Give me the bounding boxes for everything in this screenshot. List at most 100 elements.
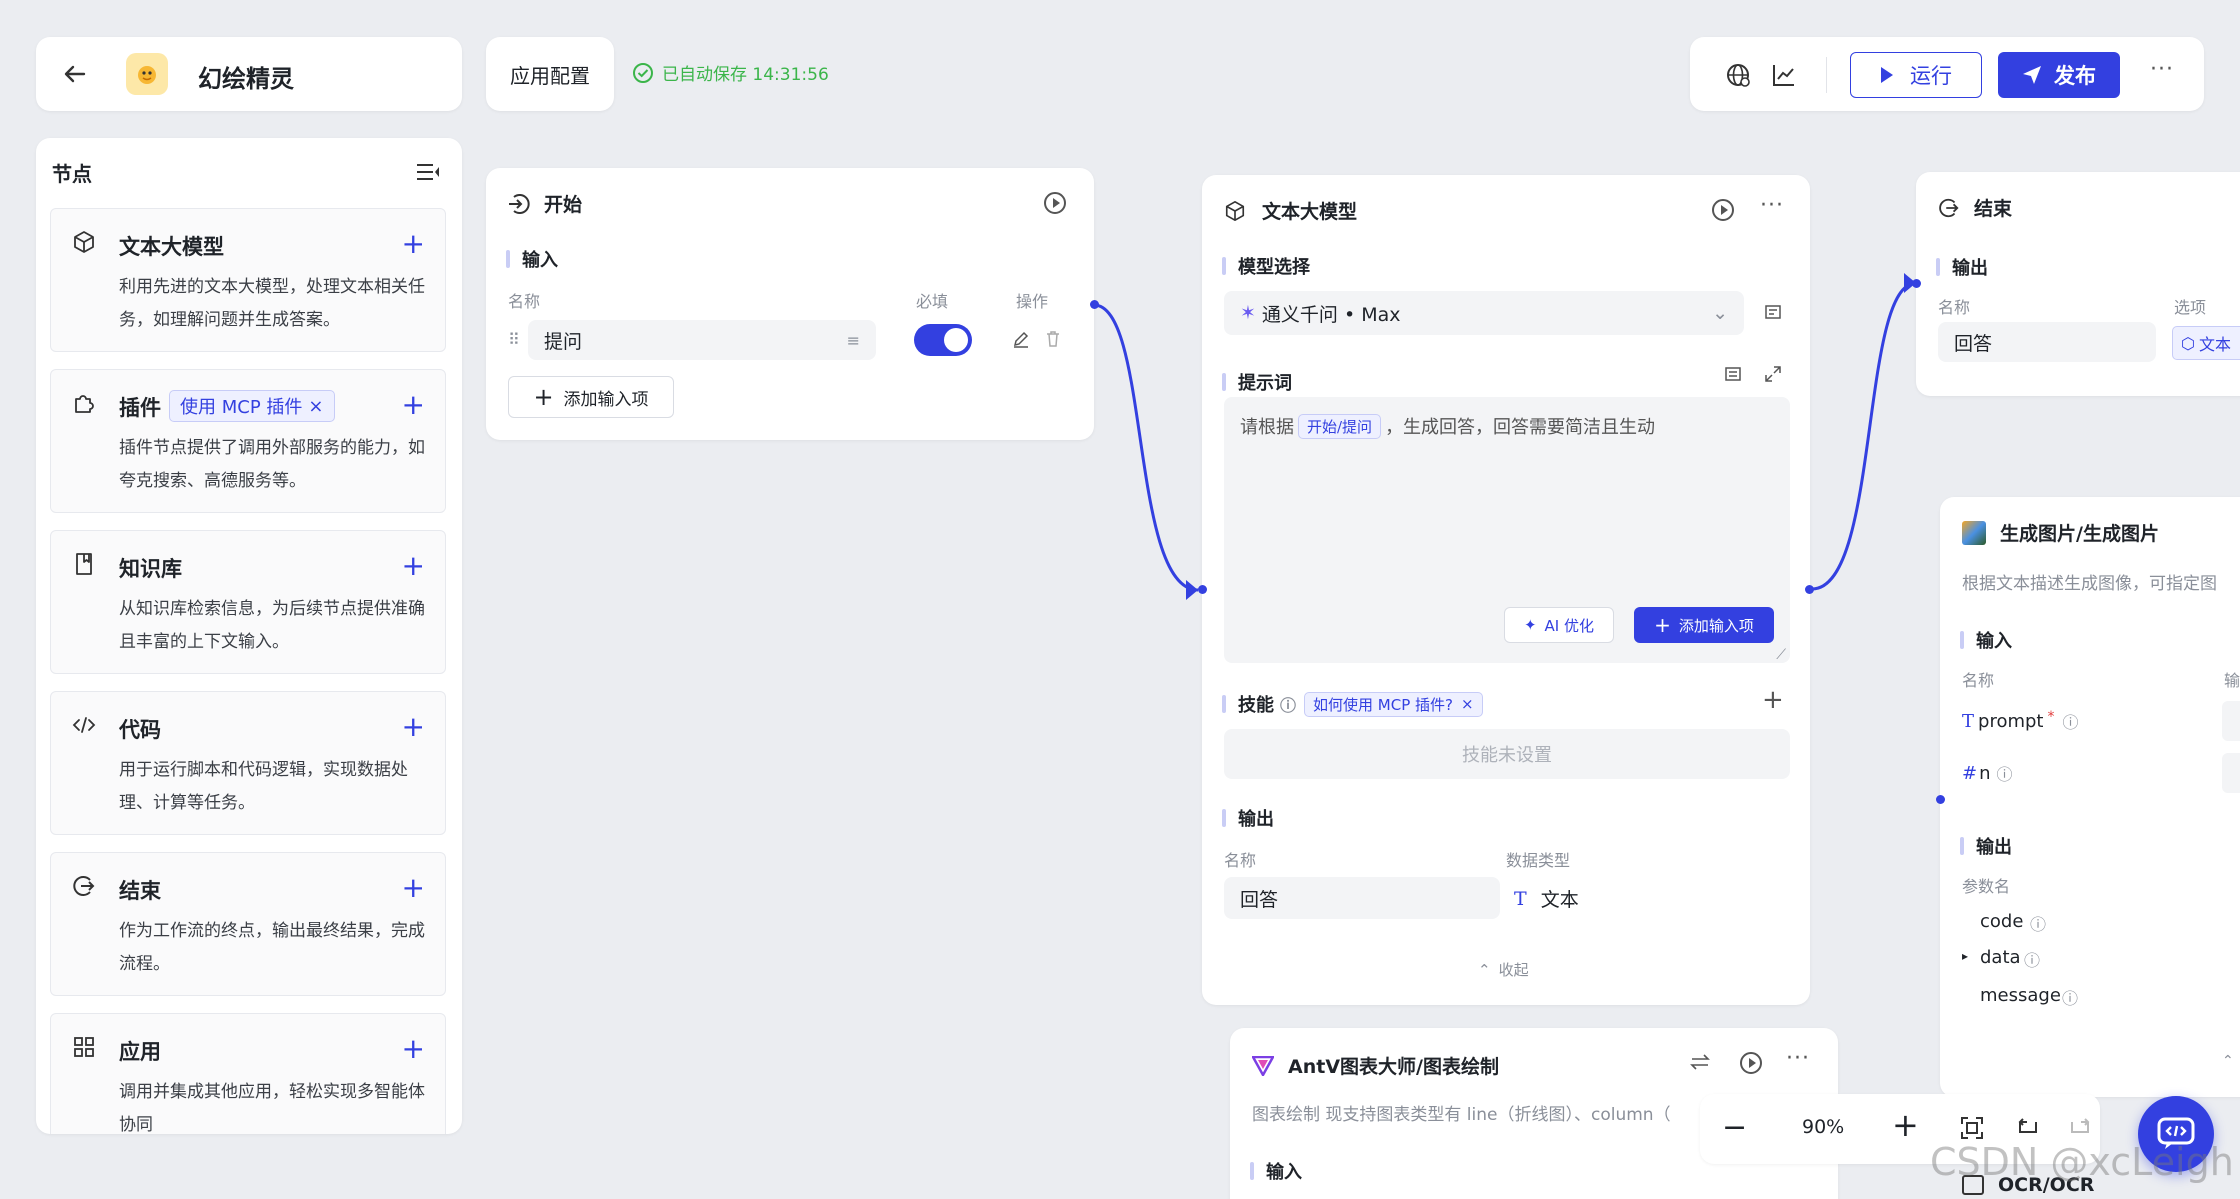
add-skill-button[interactable]: + — [1762, 685, 1784, 715]
ai-optimize-button[interactable]: ✦ AI 优化 — [1504, 607, 1614, 643]
more-icon[interactable]: ··· — [1786, 1046, 1810, 1071]
input-port[interactable] — [1936, 795, 1945, 804]
input-name-field[interactable]: 提问 ≡ — [528, 320, 876, 360]
add-node-button[interactable]: + — [402, 388, 425, 421]
param-name: n — [1979, 762, 1991, 784]
add-node-button[interactable]: + — [402, 871, 425, 904]
info-icon[interactable]: ⓘ — [2062, 985, 2078, 1009]
input-port[interactable] — [1198, 585, 1207, 594]
fit-view-icon[interactable] — [1960, 1116, 1984, 1140]
image-node-desc: 根据文本描述生成图像，可指定图 — [1962, 574, 2217, 594]
close-icon[interactable]: × — [308, 396, 323, 417]
text-type-icon: ≡ — [846, 330, 860, 350]
sidebar-node-title: 文本大模型 — [119, 235, 224, 259]
edit-icon[interactable] — [1012, 330, 1030, 348]
start-node[interactable]: 开始 输入 名称 必填 操作 ⠿ 提问 ≡ + 添加输入项 — [486, 168, 1099, 440]
add-prompt-input-button[interactable]: + 添加输入项 — [1634, 607, 1774, 643]
puzzle-icon — [71, 390, 97, 416]
swap-icon[interactable] — [1690, 1052, 1710, 1072]
sidebar-node-code[interactable]: 代码 + 用于运行脚本和代码逻辑，实现数据处理、计算等任务。 — [50, 691, 446, 835]
model-settings-icon[interactable] — [1764, 303, 1782, 321]
info-icon[interactable]: ⓘ — [1280, 692, 1296, 716]
chart-line-icon[interactable] — [1770, 61, 1798, 89]
run-node-icon[interactable] — [1712, 199, 1734, 221]
run-node-icon[interactable] — [1740, 1052, 1762, 1074]
sidebar-node-llm[interactable]: 文本大模型 + 利用先进的文本大模型，处理文本相关任务，如理解问题并生成答案。 — [50, 208, 446, 352]
param-n-input[interactable] — [2222, 753, 2240, 793]
image-gen-node[interactable]: 生成图片/生成图片 根据文本描述生成图像，可指定图 输入 名称 输 T prom… — [1936, 497, 2240, 1097]
image-node-header: 生成图片/生成图片 — [1962, 519, 2159, 546]
output-type[interactable]: T 文本 — [1514, 885, 1579, 912]
add-node-button[interactable]: + — [402, 710, 425, 743]
sidebar-node-app[interactable]: 应用 + 调用并集成其他应用，轻松实现多智能体协同 — [50, 1013, 446, 1134]
start-node-title: 开始 — [544, 194, 583, 216]
edge-start-to-llm — [1093, 303, 1199, 592]
sidebar-node-title: 结束 — [119, 879, 161, 903]
resize-handle-icon[interactable]: ⟋ — [1776, 647, 1786, 663]
zoom-in-button[interactable]: + — [1892, 1106, 1919, 1144]
globe-settings-icon[interactable] — [1724, 61, 1752, 89]
sidebar-node-knowledge[interactable]: 知识库 + 从知识库检索信息，为后续节点提供准确且丰富的上下文输入。 — [50, 530, 446, 674]
param-prompt-input[interactable] — [2222, 701, 2240, 741]
prompt-editor[interactable]: 请根据 开始/提问 ，生成回答，回答需要简洁且生动 ✦ AI 优化 + 添加输入… — [1224, 397, 1790, 663]
end-option-tag[interactable]: ⬡ 文本 — [2172, 326, 2240, 360]
add-node-button[interactable]: + — [402, 1032, 425, 1065]
output-name-field[interactable]: 回答 — [1224, 877, 1500, 919]
info-icon[interactable]: ⓘ — [2024, 947, 2040, 971]
collapse-button[interactable]: ⌃ 收起 — [1478, 959, 1529, 980]
sidebar-node-desc: 插件节点提供了调用外部服务的能力，如夸克搜索、高德服务等。 — [119, 438, 425, 491]
add-input-button[interactable]: + 添加输入项 — [508, 376, 674, 418]
skill-mcp-tag[interactable]: 如何使用 MCP 插件? × — [1304, 691, 1483, 717]
sidebar-node-title: 应用 — [119, 1040, 161, 1064]
output-param: data — [1980, 947, 2021, 968]
skill-empty-text: 技能未设置 — [1462, 745, 1552, 766]
sidebar-node-plugin[interactable]: 插件 使用 MCP 插件 × + 插件节点提供了调用外部服务的能力，如夸克搜索、… — [50, 369, 446, 513]
param-n: # n ⓘ — [1962, 761, 2013, 785]
sidebar-node-title: 代码 — [119, 718, 161, 742]
app-config-tab[interactable]: 应用配置 — [486, 37, 614, 111]
llm-node[interactable]: 文本大模型 ··· 模型选择 ✶ 通义千问 • Max ⌄ 提示词 请根据 开始… — [1198, 175, 1814, 1005]
sparkle-icon: ✦ — [1523, 616, 1537, 634]
prompt-text: 请根据 开始/提问 ，生成回答，回答需要简洁且生动 — [1240, 413, 1655, 439]
close-icon[interactable]: × — [1461, 695, 1474, 713]
chevron-up-icon[interactable]: ⌃ — [2222, 1053, 2234, 1069]
more-icon[interactable]: ··· — [1760, 193, 1784, 218]
skill-mcp-tag-label: 如何使用 MCP 插件? — [1313, 695, 1453, 714]
output-port[interactable] — [1805, 585, 1814, 594]
output-port[interactable] — [1090, 300, 1099, 309]
info-icon[interactable]: ⓘ — [2062, 709, 2078, 733]
run-button[interactable]: 运行 — [1850, 52, 1982, 98]
required-toggle[interactable] — [914, 324, 972, 356]
sidebar-node-end[interactable]: 结束 + 作为工作流的终点，输出最终结果，完成流程。 — [50, 852, 446, 996]
zoom-level[interactable]: 90% — [1802, 1116, 1844, 1138]
add-node-button[interactable]: + — [402, 549, 425, 582]
end-output-name-value: 回答 — [1954, 332, 1993, 355]
info-icon[interactable]: ⓘ — [1997, 761, 2013, 785]
run-node-icon[interactable] — [1044, 192, 1066, 214]
model-select[interactable]: ✶ 通义千问 • Max ⌄ — [1224, 291, 1744, 335]
expand-caret-icon[interactable]: ▸ — [1962, 949, 1968, 963]
skill-section: 技能 ⓘ 如何使用 MCP 插件? × — [1222, 691, 1483, 717]
add-node-button[interactable]: + — [402, 227, 425, 260]
prompt-variable-tag[interactable]: 开始/提问 — [1298, 413, 1382, 439]
text-type-icon: T — [1514, 887, 1527, 910]
end-output-name-field[interactable]: 回答 — [1938, 322, 2156, 362]
back-arrow-icon[interactable] — [60, 59, 90, 89]
expand-icon[interactable] — [1764, 365, 1782, 383]
zoom-out-button[interactable]: − — [1722, 1110, 1747, 1145]
collapse-menu-icon[interactable] — [414, 160, 442, 184]
drag-handle-icon[interactable]: ⠿ — [508, 330, 520, 349]
mcp-plugin-tag[interactable]: 使用 MCP 插件 × — [169, 390, 335, 422]
end-node[interactable]: 结束 输出 名称 选项 回答 ⬡ 文本 — [1912, 172, 2240, 396]
col-option-header: 选项 — [2174, 298, 2207, 317]
info-icon[interactable]: ⓘ — [2030, 911, 2046, 935]
more-icon[interactable]: ··· — [2150, 57, 2174, 82]
variable-icon[interactable] — [1724, 365, 1742, 383]
sidebar-node-desc: 从知识库检索信息，为后续节点提供准确且丰富的上下文输入。 — [119, 599, 425, 652]
redo-icon[interactable] — [2068, 1116, 2092, 1140]
publish-button[interactable]: 发布 — [1998, 52, 2120, 98]
prompt-label: 提示词 — [1238, 373, 1292, 394]
delete-icon[interactable] — [1044, 330, 1062, 348]
undo-icon[interactable] — [2016, 1116, 2040, 1140]
input-port[interactable] — [1912, 279, 1921, 288]
